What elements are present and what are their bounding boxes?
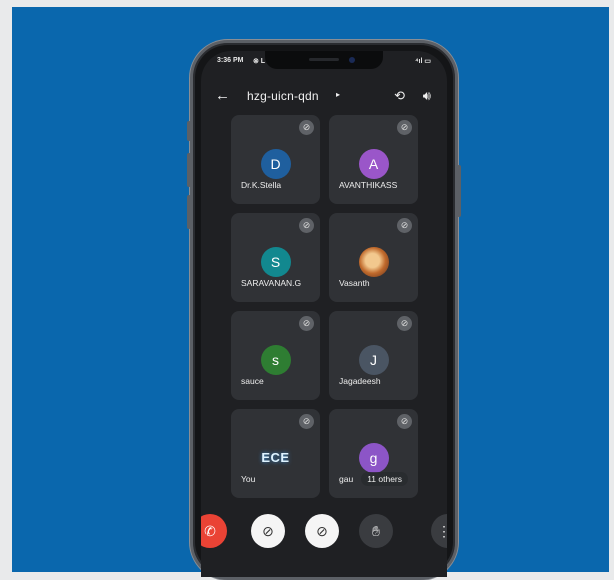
end-call-icon: ✆ xyxy=(204,523,216,539)
switch-camera-icon[interactable]: ⟲ xyxy=(394,88,405,104)
mic-muted-icon: ⊘ xyxy=(397,414,412,429)
raise-hand-button[interactable]: ✋︎ xyxy=(359,514,393,548)
status-time: 3:36 PM xyxy=(217,57,244,64)
phone-frame: 3:36 PM ⊗ L ⁴ıl ▭ ← hzg-uicn-qdn ▸ ⟲ 🔊︎ … xyxy=(187,40,461,580)
camera-off-icon: ⊘ xyxy=(262,523,274,539)
status-bar: 3:36 PM ⊗ L ⁴ıl ▭ xyxy=(201,57,447,71)
mic-muted-icon: ⊘ xyxy=(397,120,412,135)
more-vert-icon: ⋮ xyxy=(437,523,447,539)
participant-tile[interactable]: ⊘ Vasanth xyxy=(329,213,418,302)
participant-tile[interactable]: ⊘ D Dr.K.Stella xyxy=(231,115,320,204)
signal-battery: ⁴ıl ▭ xyxy=(415,58,431,65)
others-count-chip[interactable]: 11 others xyxy=(361,472,408,486)
participant-name: Jagadeesh xyxy=(339,376,381,386)
phone-volume-up xyxy=(187,153,191,187)
back-arrow-icon[interactable]: ← xyxy=(215,88,230,103)
mic-toggle-button[interactable]: ⊘ xyxy=(305,514,339,548)
participant-name: Vasanth xyxy=(339,278,370,288)
end-call-button[interactable]: ✆ xyxy=(201,514,227,548)
avatar xyxy=(358,247,389,277)
mic-off-icon: ⊘ xyxy=(316,523,328,539)
meet-screen: 3:36 PM ⊗ L ⁴ıl ▭ ← hzg-uicn-qdn ▸ ⟲ 🔊︎ … xyxy=(201,51,447,577)
avatar: D xyxy=(260,149,291,179)
mic-muted-icon: ⊘ xyxy=(299,120,314,135)
more-options-button[interactable]: ⋮ xyxy=(431,514,447,548)
avatar: S xyxy=(260,247,291,277)
participant-tile[interactable]: ⊘ S SARAVANAN.G xyxy=(231,213,320,302)
mic-muted-icon: ⊘ xyxy=(397,218,412,233)
participant-name: AVANTHIKASS xyxy=(339,180,398,190)
mic-muted-icon: ⊘ xyxy=(299,218,314,233)
avatar: g xyxy=(358,443,389,473)
participant-tile[interactable]: ⊘ g gau 11 others xyxy=(329,409,418,498)
participant-name: sauce xyxy=(241,376,264,386)
call-controls: ✆ ⊘ ⊘ ✋︎ ⋮ xyxy=(201,514,447,554)
participant-tile[interactable]: ⊘ A AVANTHIKASS xyxy=(329,115,418,204)
phone-volume-down xyxy=(187,195,191,229)
avatar: J xyxy=(358,345,389,375)
hand-icon: ✋︎ xyxy=(372,523,380,539)
avatar: A xyxy=(358,149,389,179)
phone-power-button xyxy=(457,165,461,217)
speaker-icon[interactable]: 🔊︎ xyxy=(423,88,431,104)
avatar: s xyxy=(260,345,291,375)
mic-muted-icon: ⊘ xyxy=(299,414,314,429)
participant-name: Dr.K.Stella xyxy=(241,180,282,190)
participant-name: SARAVANAN.G xyxy=(241,278,302,288)
participant-tile[interactable]: ⊘ J Jagadeesh xyxy=(329,311,418,400)
participant-name: You xyxy=(241,474,256,484)
participant-tile[interactable]: ⊘ ECE You xyxy=(231,409,320,498)
chevron-right-icon[interactable]: ▸ xyxy=(336,90,340,99)
mic-muted-icon: ⊘ xyxy=(299,316,314,331)
camera-toggle-button[interactable]: ⊘ xyxy=(251,514,285,548)
avatar: ECE xyxy=(261,450,290,465)
call-header: ← hzg-uicn-qdn ▸ ⟲ 🔊︎ xyxy=(201,85,447,109)
meeting-code[interactable]: hzg-uicn-qdn xyxy=(247,89,319,103)
participant-name: gau xyxy=(339,474,354,484)
phone-side-button xyxy=(187,121,191,141)
mic-muted-icon: ⊘ xyxy=(397,316,412,331)
status-notification-icons: ⊗ L xyxy=(253,58,266,65)
participant-tile[interactable]: ⊘ s sauce xyxy=(231,311,320,400)
background: 3:36 PM ⊗ L ⁴ıl ▭ ← hzg-uicn-qdn ▸ ⟲ 🔊︎ … xyxy=(12,7,609,580)
